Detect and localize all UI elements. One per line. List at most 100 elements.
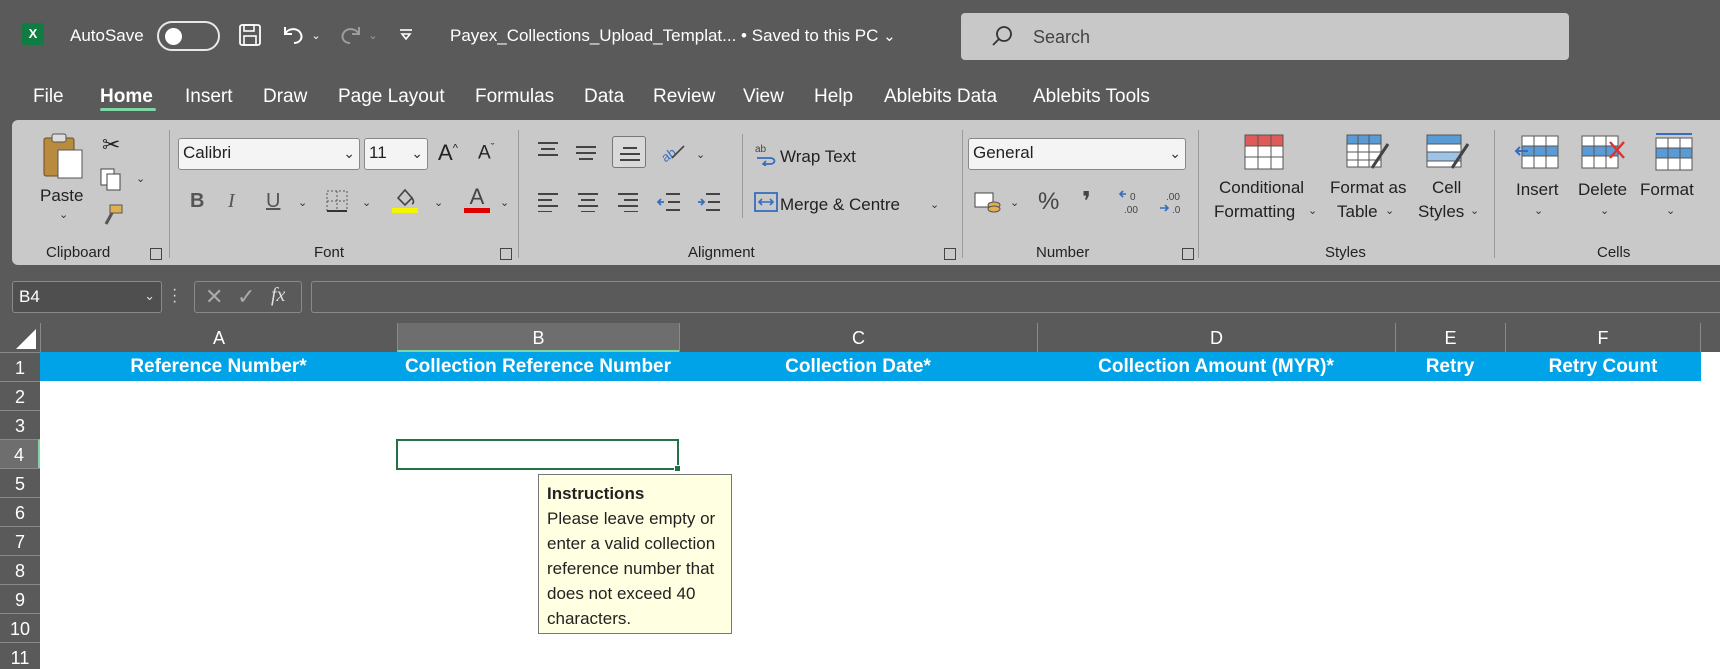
row-header[interactable]: 9 [0,584,40,613]
font-color-chevron-down-icon[interactable]: ⌄ [500,196,509,209]
undo-dropdown-chevron-down-icon[interactable]: ⌄ [309,20,323,50]
fill-color-chevron-down-icon[interactable]: ⌄ [434,196,443,209]
row-header[interactable]: 2 [0,381,40,410]
redo-dropdown-chevron-down-icon[interactable]: ⌄ [366,20,380,50]
column-header-a[interactable]: A [40,323,397,352]
redo-icon[interactable] [336,20,366,50]
fill-handle[interactable] [674,465,681,472]
tab-ablebits-tools[interactable]: Ablebits Tools [1033,86,1150,108]
tab-help[interactable]: Help [814,86,853,108]
paste-label[interactable]: Paste [40,186,83,206]
conditional-formatting-label-1[interactable]: Conditional [1219,178,1304,198]
format-as-table-label-2[interactable]: Table [1337,202,1378,222]
increase-indent-icon[interactable] [696,192,722,217]
decrease-indent-icon[interactable] [656,192,682,217]
align-right-icon[interactable] [616,192,640,217]
cell-styles-label-2[interactable]: Styles [1418,202,1464,222]
tab-review[interactable]: Review [653,86,715,108]
tab-formulas[interactable]: Formulas [475,86,554,108]
column-header-e[interactable]: E [1395,323,1505,352]
active-cell-b4[interactable] [396,439,681,472]
formula-bar-resize-handle[interactable]: · · · [172,282,177,310]
column-header-f[interactable]: F [1505,323,1701,352]
italic-button[interactable]: I [228,190,235,213]
format-painter-icon[interactable] [102,204,124,231]
font-name-select[interactable]: Calibri ⌄ [178,138,360,170]
delete-cells-chevron-down-icon[interactable]: ⌄ [1600,204,1609,217]
bottom-align-icon[interactable] [612,136,646,168]
insert-function-icon[interactable]: fx [271,284,285,307]
tab-ablebits-data[interactable]: Ablebits Data [884,86,997,108]
wrap-text-button[interactable]: Wrap Text [780,147,856,167]
increase-font-size-icon[interactable]: A^ [438,140,458,166]
format-as-table-icon[interactable] [1346,134,1390,177]
name-box[interactable]: B4 ⌄ [12,281,162,313]
column-header-c[interactable]: C [679,323,1037,352]
header-cell-c1[interactable]: Collection Date* [679,352,1037,381]
autosave-toggle[interactable] [157,21,220,51]
decrease-font-size-icon[interactable]: Aˇ [478,142,494,164]
decrease-decimal-icon[interactable]: .00.0 [1158,188,1188,221]
font-size-select[interactable]: 11 ⌄ [364,138,428,170]
format-cells-chevron-down-icon[interactable]: ⌄ [1666,204,1675,217]
merge-centre-icon[interactable] [754,190,778,219]
bold-button[interactable]: B [190,190,204,213]
row-header[interactable]: 3 [0,410,40,439]
tab-data[interactable]: Data [584,86,624,108]
merge-centre-button[interactable]: Merge & Centre [780,195,900,215]
align-left-icon[interactable] [536,192,560,217]
font-color-icon[interactable]: A [464,184,490,213]
borders-icon[interactable] [326,190,348,217]
underline-button[interactable]: U [266,190,280,213]
header-cell-d1[interactable]: Collection Amount (MYR)* [1037,352,1395,381]
format-cells-button[interactable]: Format [1640,180,1694,200]
format-as-table-label-1[interactable]: Format as [1330,178,1407,198]
middle-align-icon[interactable] [574,142,598,167]
row-header[interactable]: 6 [0,497,40,526]
row-header[interactable]: 7 [0,526,40,555]
column-header-b[interactable]: B [397,323,679,352]
row-header[interactable]: 4 [0,439,40,468]
tab-draw[interactable]: Draw [263,86,307,108]
row-header[interactable]: 10 [0,613,40,642]
orientation-icon[interactable]: ab [658,138,686,169]
increase-decimal-icon[interactable]: 0.00 [1118,188,1148,221]
cell-styles-chevron-down-icon[interactable]: ⌄ [1470,204,1479,217]
copy-chevron-down-icon[interactable]: ⌄ [136,172,145,185]
column-header-d[interactable]: D [1037,323,1395,352]
delete-cells-icon[interactable] [1580,134,1626,177]
format-as-table-chevron-down-icon[interactable]: ⌄ [1385,204,1394,217]
wrap-text-icon[interactable]: ab [754,142,778,171]
borders-chevron-down-icon[interactable]: ⌄ [362,196,371,209]
fill-color-icon[interactable] [392,186,418,219]
conditional-formatting-chevron-down-icon[interactable]: ⌄ [1308,204,1317,217]
sheet-grid[interactable]: Reference Number* Collection Reference N… [40,352,1720,669]
insert-cells-icon[interactable] [1514,134,1560,177]
row-header[interactable]: 11 [0,642,40,669]
clipboard-launcher-icon[interactable] [150,248,162,260]
formula-input[interactable] [311,281,1720,313]
cell-styles-icon[interactable] [1426,134,1470,177]
insert-cells-button[interactable]: Insert [1516,180,1559,200]
number-launcher-icon[interactable] [1182,248,1194,260]
percent-style-button[interactable]: % [1038,188,1059,216]
row-header[interactable]: 8 [0,555,40,584]
tab-page-layout[interactable]: Page Layout [338,86,445,108]
undo-icon[interactable] [278,20,308,50]
header-cell-f1[interactable]: Retry Count [1505,352,1701,381]
align-center-icon[interactable] [576,192,600,217]
row-header[interactable]: 5 [0,468,40,497]
conditional-formatting-label-2[interactable]: Formatting [1214,202,1295,222]
insert-cells-chevron-down-icon[interactable]: ⌄ [1534,204,1543,217]
comma-style-button[interactable]: ❜ [1082,186,1091,217]
tab-insert[interactable]: Insert [185,86,233,108]
customize-qat-icon[interactable] [396,20,416,50]
conditional-formatting-icon[interactable] [1244,134,1284,175]
format-cells-icon[interactable] [1652,132,1698,177]
cancel-entry-icon[interactable]: ✕ [205,284,223,310]
paste-chevron-down-icon[interactable]: ⌄ [59,208,68,221]
save-icon[interactable] [236,20,264,50]
tab-file[interactable]: File [33,86,64,108]
tab-home[interactable]: Home [100,86,153,108]
search-box[interactable]: Search [961,13,1569,60]
